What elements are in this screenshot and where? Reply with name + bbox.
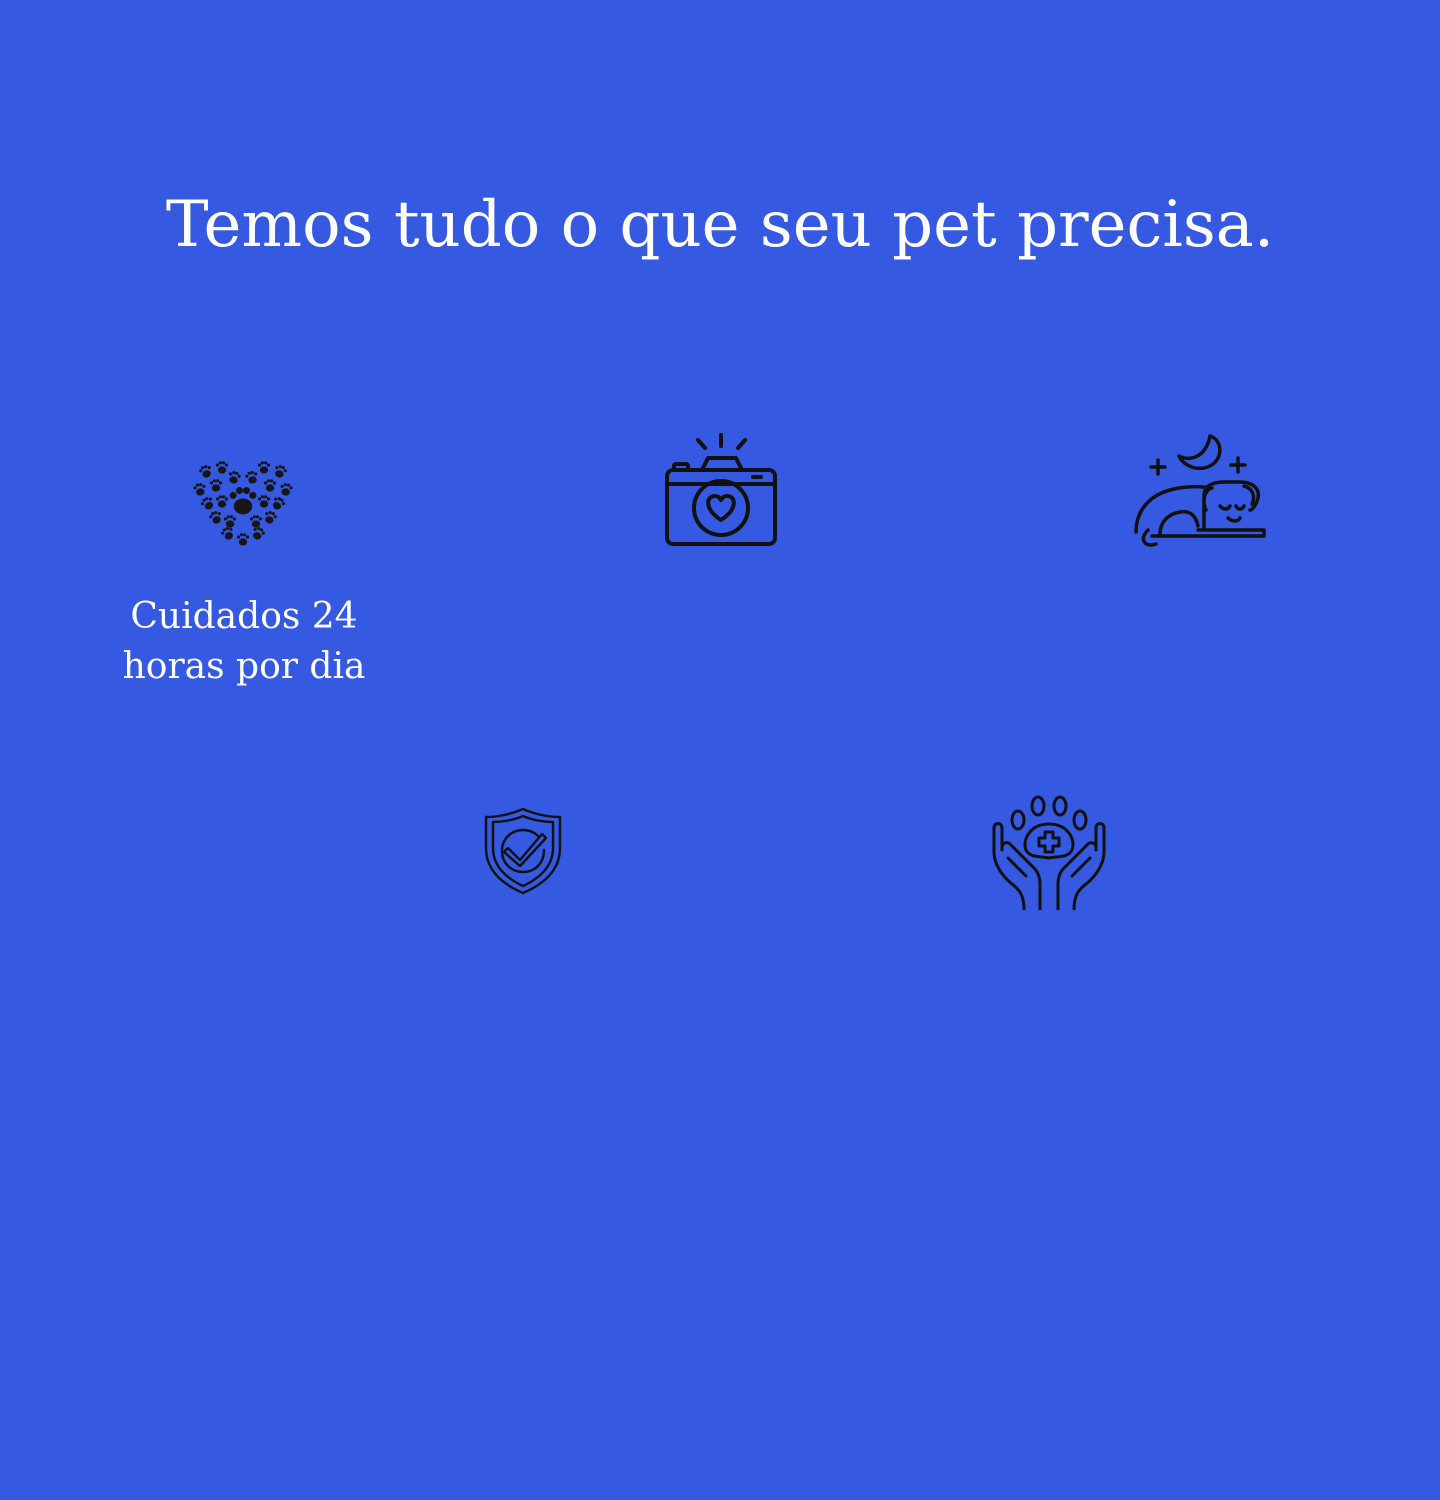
shield-check-icon bbox=[482, 806, 564, 896]
feature-card-health bbox=[988, 792, 1112, 910]
camera-heart-icon bbox=[664, 432, 780, 548]
hands-paw-care-icon bbox=[988, 792, 1112, 910]
page-title: Temos tudo o que seu pet precisa. bbox=[165, 188, 1275, 262]
feature-card-safety bbox=[482, 806, 564, 896]
sleeping-dog-icon bbox=[1132, 430, 1268, 550]
feature-card-sleep bbox=[1132, 430, 1268, 550]
feature-label-care: Cuidados 24 horas por dia bbox=[122, 596, 366, 687]
feature-card-care bbox=[190, 458, 296, 550]
paw-heart-icon bbox=[190, 458, 296, 550]
feature-card-camera bbox=[664, 432, 780, 548]
